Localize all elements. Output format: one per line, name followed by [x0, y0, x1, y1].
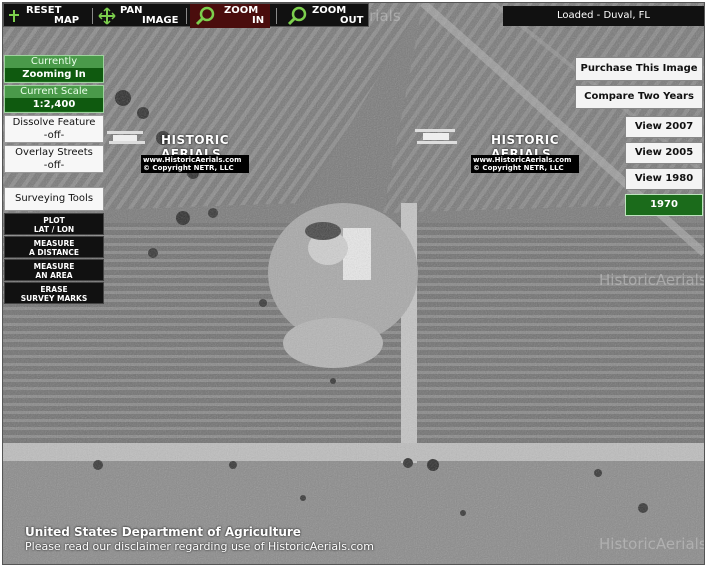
zoom-out-icon: [287, 6, 307, 26]
zoom-in-button[interactable]: ZOOM IN: [190, 4, 270, 28]
surveying-tools-header[interactable]: Surveying Tools: [4, 187, 104, 211]
toolbar-divider: [276, 8, 277, 24]
tool-label-line1: MEASURE: [33, 239, 75, 248]
overlay-label: Overlay Streets: [15, 147, 93, 158]
view-year-2007-button[interactable]: View 2007: [625, 116, 703, 138]
overlay-streets-toggle[interactable]: Overlay Streets -off-: [4, 145, 104, 173]
view-year-2005-button[interactable]: View 2005: [625, 142, 703, 164]
measure-distance-button[interactable]: MEASURE A DISTANCE: [4, 236, 104, 258]
dissolve-feature-toggle[interactable]: Dissolve Feature -off-: [4, 115, 104, 143]
dissolve-label: Dissolve Feature: [12, 117, 96, 128]
watermark: HistoricAerials: [599, 535, 705, 553]
compare-years-button[interactable]: Compare Two Years: [575, 85, 703, 109]
reset-map-button[interactable]: RESET MAP: [6, 4, 86, 28]
erase-survey-marks-button[interactable]: ERASE SURVEY MARKS: [4, 282, 104, 304]
measure-area-button[interactable]: MEASURE AN AREA: [4, 259, 104, 281]
tool-label-line2: LAT / LON: [33, 225, 75, 234]
scale-label: Current Scale: [5, 86, 103, 98]
pan-icon: [98, 7, 116, 25]
tool-label-line2: AN AREA: [35, 271, 73, 280]
view-year-1980-button[interactable]: View 1980: [625, 168, 703, 190]
mode-indicator: Currently Zooming In: [4, 55, 104, 83]
toolbar-divider: [92, 8, 93, 24]
tool-label-line2: A DISTANCE: [28, 248, 80, 257]
tool-label-line1: MEASURE: [33, 262, 75, 271]
plot-lat-lon-button[interactable]: PLOT LAT / LON: [4, 213, 104, 235]
disclaimer-link[interactable]: Please read our disclaimer regarding use…: [25, 540, 374, 553]
tool-label-line1: ERASE: [40, 285, 68, 294]
mode-label: Currently: [5, 56, 103, 68]
reset-label-line2: MAP: [54, 15, 80, 26]
tool-label-line1: PLOT: [43, 216, 65, 225]
tool-label-line2: SURVEY MARKS: [20, 294, 88, 303]
logo-copyright: © Copyright NETR, LLC: [141, 163, 249, 173]
overlay-value: -off-: [43, 160, 65, 171]
pan-label-line2: IMAGE: [142, 15, 179, 26]
toolbar-divider: [186, 8, 187, 24]
zoom-out-label-line2: OUT: [340, 15, 364, 26]
mode-value: Zooming In: [5, 68, 103, 81]
view-year-1970-button[interactable]: 1970: [625, 194, 703, 216]
pan-image-button[interactable]: PAN IMAGE: [96, 4, 180, 28]
biplane-icon: [415, 129, 457, 144]
scale-value: 1:2,400: [5, 98, 103, 111]
watermark: HistoricAerials: [599, 271, 705, 289]
reset-icon: [9, 10, 19, 22]
map-viewer[interactable]: HistoricAerials HistoricAerials Historic…: [2, 2, 705, 565]
pan-label-line1: PAN: [120, 5, 143, 16]
purchase-image-button[interactable]: Purchase This Image: [575, 57, 703, 81]
source-credit: United States Department of Agriculture: [25, 525, 301, 539]
zoom-out-button[interactable]: ZOOM OUT: [282, 4, 368, 28]
biplane-icon: [107, 131, 145, 144]
status-display: Loaded - Duval, FL: [503, 6, 704, 26]
map-toolbar: RESET MAP PAN IMAGE ZOOM IN ZOOM OUT: [3, 3, 369, 28]
logo-copyright: © Copyright NETR, LLC: [471, 163, 579, 173]
scale-indicator: Current Scale 1:2,400: [4, 85, 104, 113]
zoom-in-icon: [195, 6, 215, 26]
zoom-in-label-line2: IN: [252, 15, 265, 26]
dissolve-value: -off-: [43, 130, 65, 141]
